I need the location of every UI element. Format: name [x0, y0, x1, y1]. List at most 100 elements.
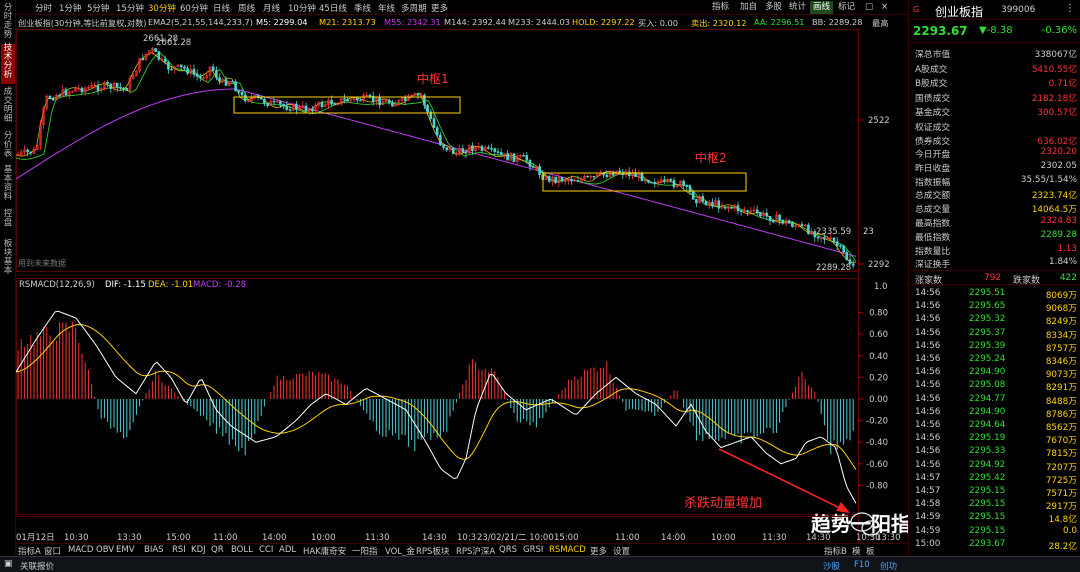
period-multi[interactable]: 多周期 — [401, 2, 427, 14]
period-15min[interactable]: 15分钟 — [116, 2, 144, 14]
tab-price-table[interactable]: 分价表 — [1, 132, 15, 162]
quote-menu-icon[interactable]: ⋮ — [1065, 3, 1075, 14]
indicator-tab[interactable]: BOLL — [231, 545, 253, 555]
period-week[interactable]: 周线 — [238, 2, 255, 14]
candle-body — [279, 101, 282, 105]
candle-body — [704, 201, 708, 206]
indicator-tab[interactable]: QR — [211, 545, 224, 555]
candle-body — [506, 153, 509, 161]
related-quote-icon[interactable]: ▣ — [4, 559, 13, 569]
tab-basic-info[interactable]: 基本资料 — [1, 166, 15, 206]
indicator-tab[interactable]: QRS — [499, 545, 517, 555]
period-1min[interactable]: 1分钟 — [59, 2, 81, 14]
indicator-tab[interactable]: GRSI — [523, 545, 543, 555]
time-axis-label: 14:30 — [422, 533, 447, 543]
tab-sector-basic[interactable]: 板块基本 — [1, 240, 15, 280]
tick-price: 2293.67 — [969, 538, 1006, 549]
candle-body — [723, 206, 727, 209]
tick-time: 14:59 — [915, 525, 941, 536]
period-30min[interactable]: 30分钟 — [148, 2, 176, 14]
toolbar-draw-line-button[interactable]: 画线 — [810, 1, 834, 14]
chart-area[interactable]: 2661.28 2661.28 中枢1 中枢2 2335.59 23 2289.… — [16, 29, 908, 543]
candle-body — [490, 148, 493, 150]
time-axis-label: 15:00 — [166, 533, 191, 543]
stat-key: 基金成交 — [915, 108, 951, 118]
candle-body — [605, 174, 609, 177]
tick-time: 14:56 — [915, 459, 941, 470]
tab-technical-analysis[interactable]: 技术分析 — [1, 44, 15, 84]
candle-body — [304, 105, 308, 112]
tick-time: 14:56 — [915, 380, 941, 391]
high-label-2: 2661.28 — [156, 38, 191, 48]
tick-volume: 8488万 — [1045, 396, 1077, 407]
status-shagu-link[interactable]: 沙股 — [823, 560, 840, 572]
indicator-tab[interactable]: CCI — [259, 545, 273, 555]
period-fenshi[interactable]: 分时 — [35, 2, 52, 14]
stat-value: 2182.18亿 — [1031, 93, 1077, 104]
candle-body — [832, 237, 836, 243]
candle-body — [259, 97, 263, 100]
period-45day[interactable]: 45日线 — [319, 2, 347, 14]
stat-key: 国债成交 — [915, 93, 951, 104]
candle-body — [682, 180, 685, 187]
related-quote-link[interactable]: 关联报价 — [20, 560, 54, 572]
period-quarter[interactable]: 季线 — [354, 2, 371, 14]
candle-body — [768, 216, 772, 222]
indicator-tab[interactable]: KDJ — [191, 545, 206, 555]
macd-dif: DIF: -1.15 — [105, 280, 146, 290]
period-60min[interactable]: 60分钟 — [180, 2, 208, 14]
tab-control[interactable]: 控盘 — [1, 210, 15, 232]
candle-body — [791, 223, 794, 227]
indicator-tab[interactable]: OBV — [96, 545, 114, 555]
candle-body — [445, 147, 449, 151]
period-month[interactable]: 月线 — [263, 2, 280, 14]
candle-body — [525, 155, 529, 161]
indicator-tab[interactable]: MACD — [68, 545, 93, 555]
candle-body — [845, 251, 849, 260]
period-5min[interactable]: 5分钟 — [87, 2, 109, 14]
toolbar-add-self-button[interactable]: 加自 — [737, 1, 760, 14]
index-stat-row: 指数振幅 35.55/1.54% — [909, 174, 1080, 188]
time-axis-label: 11:00 — [213, 533, 238, 543]
tick-row: 14:56 2295.32 8249万 — [909, 313, 1080, 327]
status-f10-link[interactable]: F10 — [854, 560, 870, 570]
tick-volume: 7571万 — [1045, 489, 1077, 499]
toolbar-maximize-icon[interactable]: □ — [862, 1, 876, 14]
period-day[interactable]: 日线 — [213, 2, 230, 14]
period-10min[interactable]: 10分钟 — [288, 2, 316, 14]
indicator-tab[interactable]: BIAS — [144, 545, 164, 555]
tick-volume: 8069万 — [1045, 291, 1077, 301]
tick-row: 14:56 2294.90 9073万 — [909, 366, 1080, 380]
stat-row: A股成交 5410.55亿 — [909, 61, 1080, 75]
candle-body — [778, 214, 781, 221]
period-year[interactable]: 年线 — [378, 2, 395, 14]
status-gongneng-link[interactable]: 创功 — [880, 560, 897, 572]
toolbar-stats-button[interactable]: 统计 — [786, 1, 809, 14]
candle-body — [771, 220, 775, 223]
index-stat-value: 2320.20 — [1040, 147, 1077, 157]
candle-body — [669, 179, 673, 181]
tick-time: 14:56 — [915, 314, 941, 325]
indicator-tab[interactable]: EMV — [116, 545, 135, 555]
indicator-tab[interactable]: RSI — [172, 545, 186, 555]
index-stat-value: 2323.74亿 — [1031, 191, 1077, 202]
toolbar-mark-button[interactable]: 标记 — [835, 1, 858, 14]
period-more[interactable]: 更多 — [431, 2, 448, 14]
macd-axis: 0.80 0.60 0.40 0.20 0.00 -0.20 -0.40 -0.60 -0.80 — [858, 309, 888, 491]
candle-body — [215, 70, 218, 79]
indicator-tab[interactable]: RSMACD — [549, 545, 586, 555]
tick-time: 14:56 — [915, 367, 941, 378]
candle-body — [711, 202, 714, 206]
index-stat-value: 1.13 — [1057, 243, 1077, 254]
toolbar-indicator-button[interactable]: 指标 — [709, 1, 732, 14]
toolbar-close-icon[interactable]: × — [878, 1, 891, 14]
tick-time: 14:57 — [915, 486, 941, 496]
indicator-tab[interactable]: ADL — [279, 545, 296, 555]
candle-body — [272, 100, 276, 103]
quote-name: 创业板指 — [935, 5, 984, 19]
tab-trade-detail[interactable]: 成交明细 — [1, 88, 15, 128]
toolbar-multi-stock-button[interactable]: 多股 — [762, 1, 785, 14]
tick-volume: 7725万 — [1045, 475, 1077, 486]
candle-body — [403, 97, 407, 101]
tab-fenshi[interactable]: 分时走势 — [1, 4, 15, 42]
